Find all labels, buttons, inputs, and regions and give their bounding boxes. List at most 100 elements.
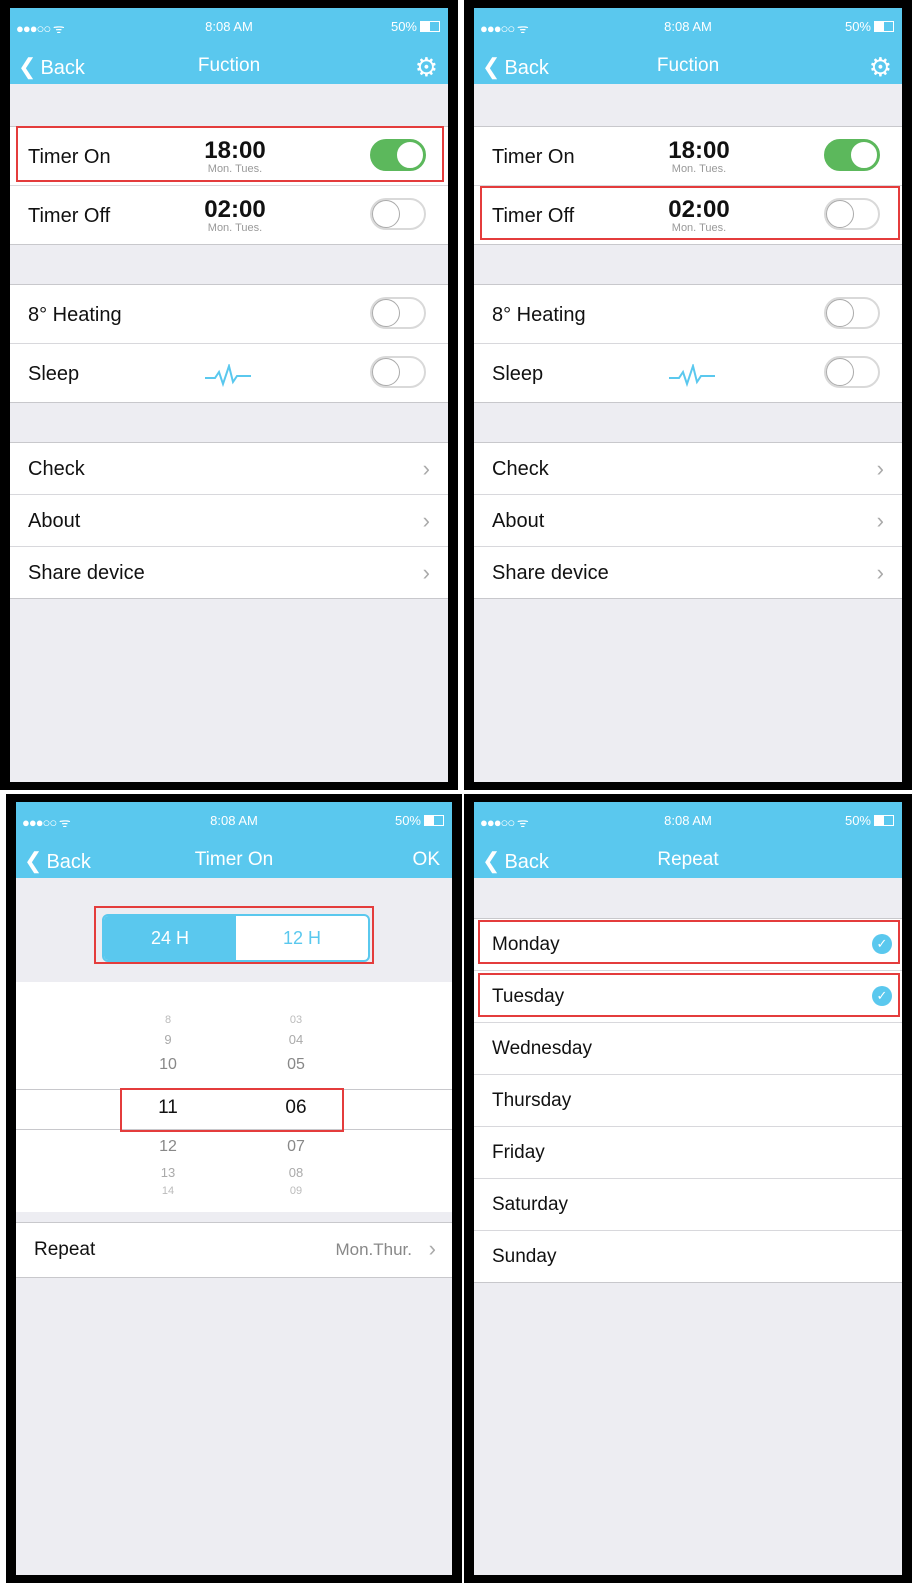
status-time: 8:08 AM [664, 19, 712, 34]
toggle-knob [826, 299, 854, 327]
chevron-right-icon: › [422, 508, 430, 533]
panel-function-timer-on: ●●●○○ ᯤ 8:08 AM 50% ❮ Back Fuction ⚙ Time… [0, 0, 458, 790]
nav-bar: ❮ Back Fuction ⚙ [10, 46, 448, 84]
battery-indicator: 50% [845, 19, 894, 34]
status-time: 8:08 AM [205, 19, 253, 34]
status-time: 8:08 AM [664, 813, 712, 828]
panel-repeat: ●●●○○ ᯤ 8:08 AM 50% ❮ Back Repeat Monday ✓… [464, 794, 912, 1583]
timer-off-label: Timer Off [28, 205, 111, 227]
sleep-wave-icon [205, 364, 251, 388]
timer-on-value: 18:00 Mon. Tues. [659, 137, 739, 175]
battery-icon [424, 815, 444, 826]
highlight-box [120, 1088, 344, 1132]
screen: ●●●○○ ᯤ 8:08 AM 50% ❮ Back Fuction ⚙ Time… [10, 8, 448, 782]
nav-bar: ❮ Back Repeat [474, 840, 902, 878]
status-bar: ●●●○○ ᯤ 8:08 AM 50% [474, 8, 902, 46]
check-label: Check [28, 458, 85, 480]
toggle-knob [826, 358, 854, 386]
timer-on-label: Timer On [492, 146, 575, 168]
day-label: Thursday [492, 1090, 572, 1111]
check-row[interactable]: Check › [474, 443, 902, 495]
sleep-toggle[interactable] [370, 356, 426, 388]
page-title: Fuction [656, 55, 720, 76]
battery-indicator: 50% [845, 813, 894, 828]
minute-item: 04 [288, 1032, 304, 1047]
heating-row[interactable]: 8° Heating [474, 285, 902, 344]
day-label: Wednesday [492, 1038, 592, 1059]
timer-on-row[interactable]: Timer On 18:00 Mon. Tues. [474, 127, 902, 186]
heating-toggle[interactable] [824, 297, 880, 329]
minute-item: 07 [287, 1138, 305, 1155]
ok-button[interactable]: OK [413, 849, 440, 871]
status-bar: ●●●○○ ᯤ 8:08 AM 50% [16, 802, 452, 840]
heating-row[interactable]: 8° Heating [10, 285, 448, 344]
sleep-wave-icon [669, 364, 715, 388]
day-wednesday[interactable]: Wednesday [474, 1023, 902, 1075]
chevron-right-icon: › [422, 560, 430, 585]
about-label: About [28, 510, 81, 532]
sleep-label: Sleep [28, 363, 80, 385]
status-time: 8:08 AM [210, 813, 258, 828]
screen: ●●●○○ ᯤ 8:08 AM 50% ❮ Back Repeat Monday ✓… [474, 802, 902, 1575]
day-label: Friday [492, 1142, 545, 1163]
check-row[interactable]: Check › [10, 443, 448, 495]
share-device-label: Share device [28, 562, 145, 584]
heating-toggle[interactable] [370, 297, 426, 329]
check-label: Check [492, 458, 549, 480]
time-picker[interactable]: 8 9 10 11 12 13 14 03 04 05 06 07 08 09 [16, 982, 452, 1212]
link-group: Check › About › Share device › [10, 442, 448, 599]
link-group: Check › About › Share device › [474, 442, 902, 599]
share-device-row[interactable]: Share device › [474, 547, 902, 598]
battery-percent: 50% [844, 813, 871, 828]
timer-off-row[interactable]: Timer Off 02:00 Mon. Tues. [10, 186, 448, 244]
battery-percent: 50% [394, 813, 421, 828]
timer-off-value: 02:00 Mon. Tues. [195, 196, 275, 234]
panel-function-timer-off: ●●●○○ ᯤ 8:08 AM 50% ❮ Back Fuction ⚙ Time… [464, 0, 912, 790]
repeat-row[interactable]: Repeat Mon.Thur. › [16, 1222, 452, 1278]
repeat-value: Mon.Thur. [335, 1240, 412, 1259]
share-device-row[interactable]: Share device › [10, 547, 448, 598]
hour-item: 14 [161, 1185, 175, 1197]
day-friday[interactable]: Friday [474, 1127, 902, 1179]
about-row[interactable]: About › [474, 495, 902, 547]
mode-group: 8° Heating Sleep [474, 284, 902, 403]
toggle-knob [372, 299, 400, 327]
highlight-box [16, 126, 444, 182]
toggle-knob [850, 141, 878, 169]
highlight-box [478, 920, 900, 964]
nav-bar: ❮ Back Fuction ⚙ [474, 46, 902, 84]
heating-label: 8° Heating [28, 304, 122, 326]
highlight-box [94, 906, 374, 964]
hour-item: 8 [164, 1014, 172, 1026]
chevron-right-icon: › [876, 560, 884, 585]
panel-timer-on: ●●●○○ ᯤ 8:08 AM 50% ❮ Back Timer On OK 24… [6, 794, 462, 1583]
sleep-row[interactable]: Sleep [474, 344, 902, 402]
timer-off-time: 02:00 [204, 196, 266, 223]
day-thursday[interactable]: Thursday [474, 1075, 902, 1127]
day-label: Saturday [492, 1194, 569, 1215]
toggle-knob [372, 200, 400, 228]
sleep-row[interactable]: Sleep [10, 344, 448, 402]
screen: ●●●○○ ᯤ 8:08 AM 50% ❮ Back Fuction ⚙ Time… [474, 8, 902, 782]
repeat-label: Repeat [34, 1239, 96, 1260]
about-row[interactable]: About › [10, 495, 448, 547]
chevron-right-icon: › [876, 456, 884, 481]
share-device-label: Share device [492, 562, 609, 584]
minute-item: 05 [287, 1056, 305, 1073]
toggle-knob [372, 358, 400, 386]
highlight-box [480, 186, 900, 240]
day-saturday[interactable]: Saturday [474, 1179, 902, 1231]
chevron-right-icon: › [876, 508, 884, 533]
minute-item: 09 [289, 1185, 303, 1197]
battery-percent: 50% [844, 19, 871, 34]
screen: ●●●○○ ᯤ 8:08 AM 50% ❮ Back Timer On OK 24… [16, 802, 452, 1575]
timer-on-toggle[interactable] [824, 139, 880, 171]
battery-icon [874, 815, 894, 826]
day-sunday[interactable]: Sunday [474, 1231, 902, 1282]
gear-icon[interactable]: ⚙ [415, 52, 438, 83]
gear-icon[interactable]: ⚙ [869, 52, 892, 83]
chevron-right-icon: › [428, 1236, 436, 1261]
timer-off-toggle[interactable] [370, 198, 426, 230]
nav-bar: ❮ Back Timer On OK [16, 840, 452, 878]
sleep-toggle[interactable] [824, 356, 880, 388]
